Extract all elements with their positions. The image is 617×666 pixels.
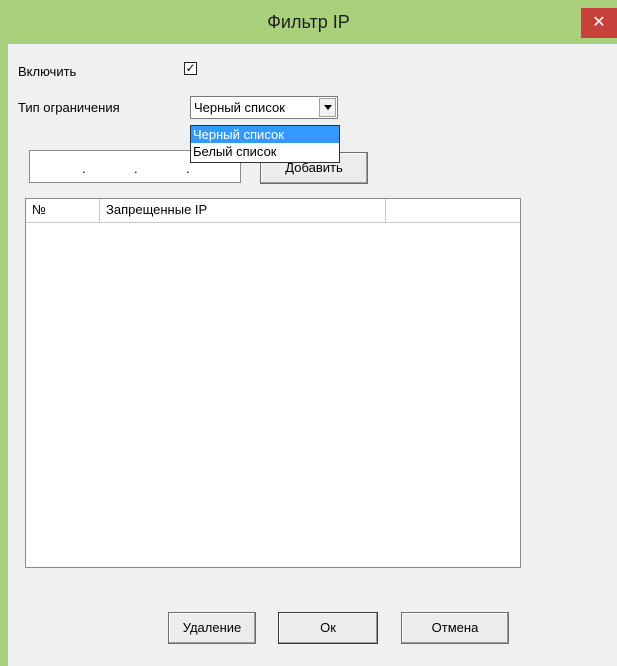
restriction-type-value: Черный список [194,100,285,115]
column-header-ip[interactable]: Запрещенные IP [100,199,386,222]
cancel-button[interactable]: Отмена [401,612,509,644]
restriction-type-label: Тип ограничения [18,100,120,115]
option-whitelist[interactable]: Белый список [191,143,339,160]
enable-checkbox[interactable]: ✓ [184,62,197,75]
dialog-body: olek Включить ✓ Тип ограничения Черный с… [8,44,617,666]
enable-label: Включить [18,64,77,79]
option-blacklist[interactable]: Черный список [191,126,339,143]
chevron-down-icon[interactable] [319,98,336,117]
ip-filter-window: Фильтр IP ✕ olek Включить ✓ Тип ограниче… [0,0,617,666]
column-header-extra[interactable] [386,199,520,222]
ip-dot-1: . [82,161,86,176]
ok-button[interactable]: Ок [278,612,378,644]
title-bar: Фильтр IP ✕ [0,0,617,44]
delete-button[interactable]: Удаление [168,612,256,644]
column-header-number[interactable]: № [26,199,100,222]
ip-list-table[interactable]: № Запрещенные IP [25,198,521,568]
ip-dot-2: . [134,161,138,176]
restriction-type-select[interactable]: Черный список [190,96,338,119]
window-title: Фильтр IP [267,12,350,32]
check-icon: ✓ [185,61,196,75]
table-header: № Запрещенные IP [26,199,520,223]
close-button[interactable]: ✕ [581,8,617,38]
ip-dot-3: . [186,161,190,176]
restriction-type-dropdown: Черный список Белый список [190,125,340,163]
